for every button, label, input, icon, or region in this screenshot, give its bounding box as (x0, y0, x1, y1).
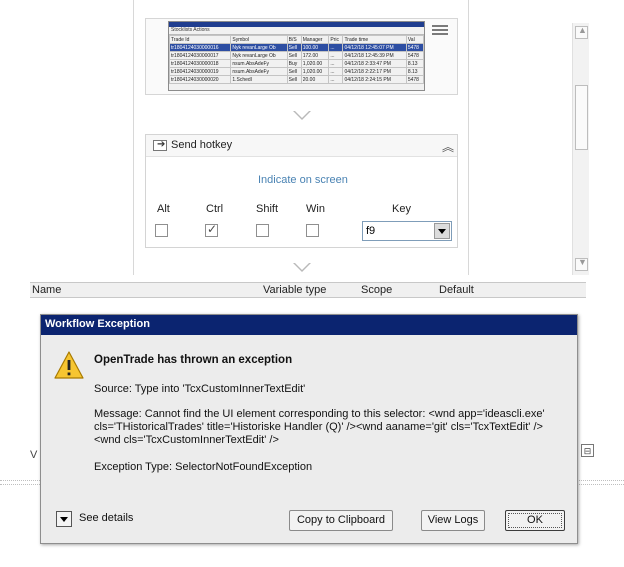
thumb-cell: Sell (286, 43, 302, 52)
thumb-cell: Buy (286, 59, 302, 68)
key-label: Key (392, 203, 411, 215)
indicate-on-screen-link[interactable]: Indicate on screen (258, 174, 348, 186)
thumb-cell: tr1804124030000016 (169, 43, 232, 52)
exception-heading: OpenTrade has thrown an exception (94, 354, 293, 366)
ctrl-label: Ctrl (206, 203, 224, 215)
column-name[interactable]: Name (32, 284, 61, 296)
activity-screenshot-card[interactable]: Stocklists Actions Trade Id Symbol B/S M… (145, 18, 458, 95)
thumb-cell: tr1804124030000018 (169, 59, 232, 68)
thumb-header: Trade Id (169, 35, 232, 44)
key-select-value: f9 (366, 225, 376, 237)
sequence-border-left (133, 0, 134, 275)
win-checkbox[interactable] (306, 224, 319, 237)
thumb-cell: 1,020.00 (300, 67, 330, 76)
thumb-cell: 04/12/18 2:33:47 PM (342, 59, 407, 68)
variables-header: Name Variable type Scope Default (30, 282, 586, 298)
thumb-cell: 100.00 (300, 43, 330, 52)
alt-label: Alt (157, 203, 170, 215)
thumb-cell: 04/12/18 12:45:07 PM (342, 43, 407, 52)
flow-arrow-down-icon (293, 111, 311, 120)
warning-icon (54, 351, 84, 379)
thumb-cell: 04/12/18 2:24:15 PM (342, 75, 407, 84)
thumb-header: Symbol (230, 35, 288, 44)
column-variable-type[interactable]: Variable type (263, 284, 326, 296)
exception-source: Source: Type into 'TcxCustomInnerTextEdi… (94, 383, 306, 395)
thumb-cell: nsum.AbsAdeFy (230, 67, 288, 76)
thumb-cell: Sell (286, 67, 302, 76)
thumb-cell: 5478 (405, 43, 424, 52)
chevron-down-icon[interactable] (56, 511, 72, 527)
thumb-cell: 1,020.00 (300, 59, 330, 68)
thumb-cell: Nyk revanLarge Ob (230, 43, 288, 52)
thumb-header: B/S (286, 35, 302, 44)
column-scope[interactable]: Scope (361, 284, 392, 296)
hamburger-menu-icon[interactable] (432, 25, 448, 35)
thumb-cell: ... (328, 43, 344, 52)
dialog-titlebar[interactable]: Workflow Exception (41, 315, 577, 335)
send-hotkey-activity[interactable]: ➔ Send hotkey ︽ Indicate on screen Alt C… (145, 134, 458, 248)
thumb-cell: 8.13 (405, 67, 424, 76)
thumb-cell: nsum.AbsAdeFy (230, 59, 288, 68)
ok-button[interactable]: OK (505, 510, 565, 531)
exception-type: Exception Type: SelectorNotFoundExceptio… (94, 461, 313, 473)
scroll-down-button[interactable]: ▼ (575, 257, 588, 271)
exception-message: Message: Cannot find the UI element corr… (94, 408, 545, 446)
thumb-cell: ... (328, 51, 344, 60)
thumb-header: Pric (328, 35, 344, 44)
dialog-title: Workflow Exception (45, 318, 150, 330)
send-hotkey-header[interactable]: ➔ Send hotkey ︽ (146, 135, 457, 157)
canvas-vertical-scrollbar[interactable]: ▲ ▼ (572, 23, 589, 275)
see-details-label[interactable]: See details (79, 512, 133, 524)
thumb-cell: 8.13 (405, 59, 424, 68)
key-select[interactable]: f9 (362, 221, 452, 241)
checkmark-icon: ✓ (207, 222, 218, 236)
side-panel-toggle-icon[interactable]: ⊟ (581, 444, 594, 457)
thumb-header: Trade time (342, 35, 407, 44)
thumbnail-menu: Stocklists Actions (169, 27, 424, 35)
target-screenshot-thumbnail: Stocklists Actions Trade Id Symbol B/S M… (168, 21, 425, 91)
thumb-cell: ... (328, 75, 344, 84)
thumb-cell: 5478 (405, 75, 424, 84)
send-hotkey-title: Send hotkey (171, 139, 233, 151)
sequence-border-right (468, 0, 469, 275)
column-default[interactable]: Default (439, 284, 474, 296)
chevron-down-icon[interactable] (434, 223, 450, 239)
keyboard-send-icon: ➔ (153, 139, 167, 151)
thumb-cell: Nyk revanLarge Ob (230, 51, 288, 60)
win-label: Win (306, 203, 325, 215)
thumb-cell: Sell (286, 51, 302, 60)
thumb-cell: ... (328, 67, 344, 76)
side-panel-letter: V (30, 449, 38, 461)
view-logs-button[interactable]: View Logs (421, 510, 485, 531)
chevron-up-double-icon[interactable]: ︽ (442, 138, 454, 155)
thumbnail-table: Trade Id Symbol B/S Manager Pric Trade t… (169, 35, 424, 84)
thumb-cell: 1.Schedl (230, 75, 288, 84)
shift-label: Shift (256, 203, 279, 215)
flow-arrow-down-icon (293, 263, 311, 272)
shift-checkbox[interactable] (256, 224, 269, 237)
copy-to-clipboard-button[interactable]: Copy to Clipboard (289, 510, 393, 531)
thumb-cell: 04/12/18 2:22:17 PM (342, 67, 407, 76)
thumb-cell: Sell (286, 75, 302, 84)
thumb-cell: 172.00 (300, 51, 330, 60)
thumb-cell: ... (328, 59, 344, 68)
thumb-cell: tr1804124030000017 (169, 51, 232, 60)
ctrl-checkbox[interactable]: ✓ (205, 222, 218, 237)
thumb-cell: 04/12/18 12:45:39 PM (342, 51, 407, 60)
thumb-cell: tr1804124030000020 (169, 75, 232, 84)
thumb-cell: 5478 (405, 51, 424, 60)
scroll-up-button[interactable]: ▲ (575, 25, 588, 39)
designer-canvas: Stocklists Actions Trade Id Symbol B/S M… (0, 0, 592, 282)
thumb-header: Manager (300, 35, 330, 44)
thumb-header: Val (405, 35, 424, 44)
thumb-cell: tr1804124030000019 (169, 67, 232, 76)
scrollbar-thumb[interactable] (575, 85, 588, 150)
alt-checkbox[interactable] (155, 224, 168, 237)
workflow-exception-dialog: Workflow Exception OpenTrade has thrown … (40, 314, 578, 544)
thumb-cell: 20.00 (300, 75, 330, 84)
